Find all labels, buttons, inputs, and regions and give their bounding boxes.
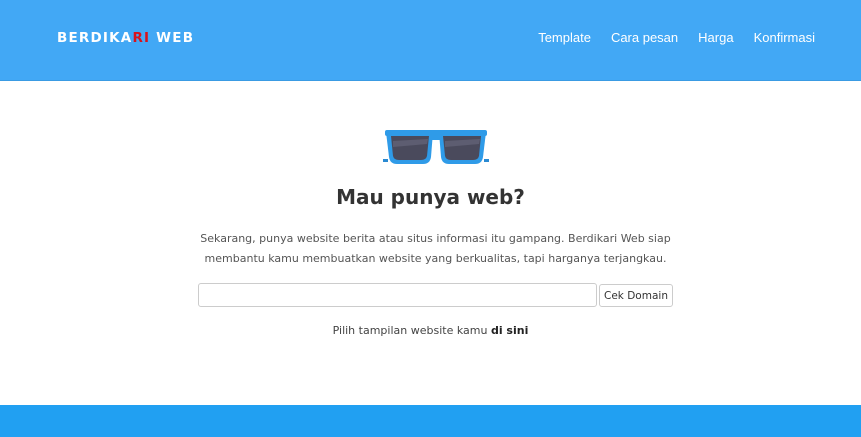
domain-input[interactable] [198,283,597,307]
nav-item-harga[interactable]: Harga [698,30,733,46]
nav-item-cara-pesan[interactable]: Cara pesan [611,30,678,46]
hero-description: Sekarang, punya website berita atau situ… [200,232,671,265]
nav-item-template[interactable]: Template [538,30,591,46]
nav-item-konfirmasi[interactable]: Konfirmasi [754,30,815,46]
sunglasses-icon [383,130,489,164]
choose-template-text: Pilih tampilan website kamu di sini [0,323,861,339]
brand-accent: RI [132,30,151,46]
top-navbar: BERDIKARI WEB Template Cara pesan Harga … [0,0,861,81]
brand-prefix: BERDIKA [57,30,133,46]
choose-template-link[interactable]: di sini [491,324,528,337]
main-nav: Template Cara pesan Harga Konfirmasi [518,30,815,46]
hero-title: Mau punya web? [336,185,525,209]
cek-domain-button[interactable]: Cek Domain [599,284,673,307]
domain-check-form: Cek Domain [198,283,674,307]
choose-text: Pilih tampilan website kamu [332,324,491,337]
brand-suffix: WEB [150,30,195,46]
brand-logo[interactable]: BERDIKARI WEB [57,30,194,46]
footer-band [0,405,861,437]
